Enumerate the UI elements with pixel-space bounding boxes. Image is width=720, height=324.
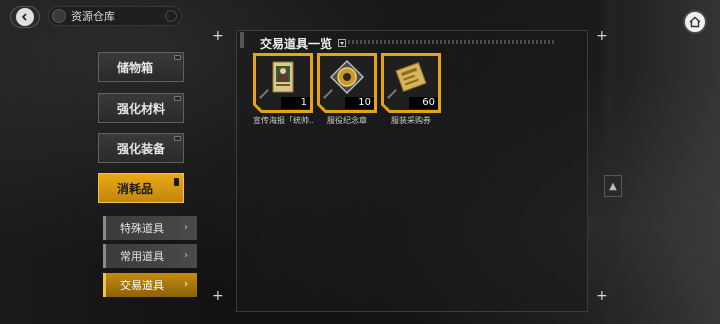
collapse-icon [174,136,181,141]
item-name: 服装采购券 [391,116,431,125]
background-pillar [600,0,620,324]
corner-plus-icon: + [212,288,224,304]
category-label: 强化装备 [117,141,166,156]
item-count: 10 [345,97,374,109]
window-title: 资源仓库 [71,10,115,23]
corner-plus-icon: + [596,28,608,44]
home-button[interactable] [683,10,707,34]
item-name: 服役纪念章 [327,116,367,125]
item-count: 1 [281,97,310,109]
category-enhance-equipment[interactable]: 强化装备 [98,133,184,163]
corner-plus-icon: + [212,28,224,44]
subcategory-label: 特殊道具 [120,222,164,235]
collapse-icon [174,96,181,101]
title-gear-icon [52,9,66,23]
subcategory-trade-items[interactable]: 交易道具 › [103,273,197,297]
category-consumables[interactable]: 消耗品 [98,173,184,203]
category-label: 储物箱 [117,60,154,75]
subcategory-special-items[interactable]: 特殊道具 › [103,216,197,240]
item-slot[interactable]: 1 宣传海报「统帅... [253,53,313,127]
chevron-right-icon: › [184,222,188,233]
side-menu-icon[interactable]: ▲ [604,175,622,197]
corner-plus-icon: + [596,288,608,304]
subcategory-label: 常用道具 [120,250,164,263]
item-count: 60 [409,97,438,109]
home-icon [689,16,701,28]
item-slot[interactable]: 10 服役纪念章 [317,53,377,127]
item-name: 宣传海报「统帅... [253,116,313,125]
collapse-icon [174,55,181,60]
panel-title-stripe [348,40,556,44]
subcategory-label: 交易道具 [120,279,164,292]
window-title-bar: 资源仓库 [48,6,182,26]
subcategory-common-items[interactable]: 常用道具 › [103,244,197,268]
chevron-right-icon: › [184,250,188,261]
back-button[interactable] [10,6,40,28]
category-label: 强化材料 [117,101,166,116]
panel-title-accent [240,32,244,48]
category-label: 消耗品 [117,181,154,196]
item-slot[interactable]: 60 服装采购券 [381,53,441,127]
title-bar-cap [165,10,177,22]
panel-title-text: 交易道具一览 [260,37,333,51]
sort-dropdown-icon[interactable] [338,39,347,47]
back-arrow-icon [16,8,34,26]
category-enhance-materials[interactable]: 强化材料 [98,93,184,123]
category-storage-box[interactable]: 储物箱 [98,52,184,82]
chevron-right-icon: › [184,279,188,290]
expand-arrow-icon [174,178,179,186]
panel-title: 交易道具一览 [260,35,347,52]
